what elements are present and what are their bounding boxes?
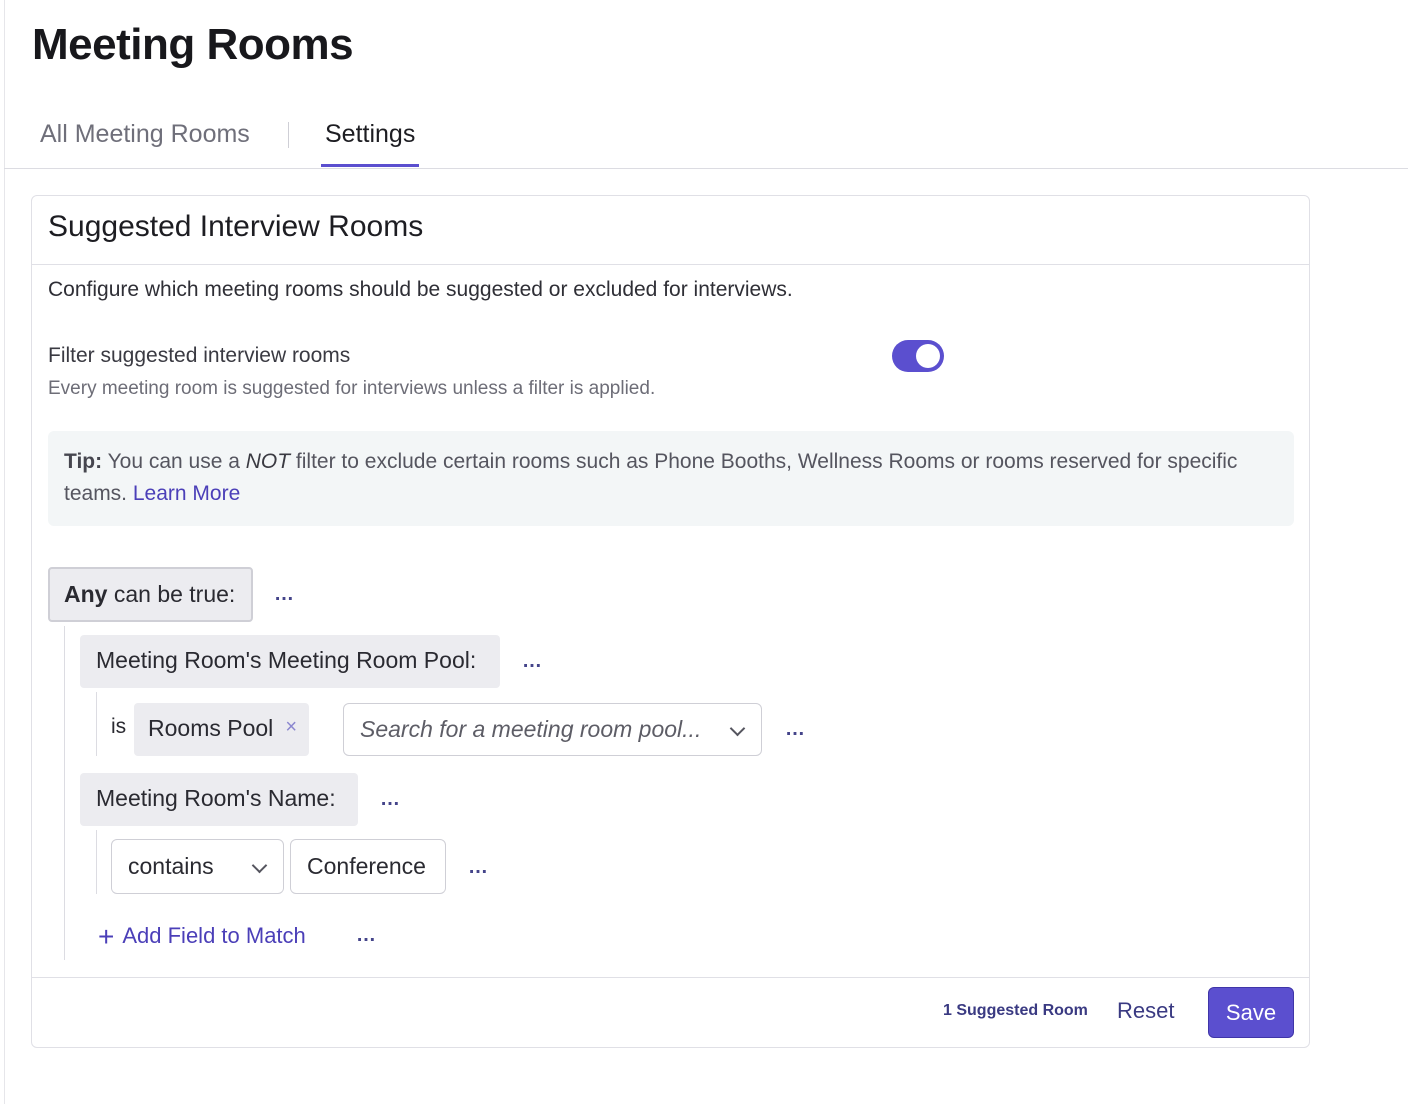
group-more-icon[interactable]: … — [274, 584, 295, 604]
filter-toggle-sublabel: Every meeting room is suggested for inte… — [48, 378, 656, 399]
filter-group-rest: can be true: — [107, 581, 236, 607]
name-more-icon[interactable]: … — [380, 789, 401, 809]
reset-button[interactable]: Reset — [1117, 998, 1174, 1024]
name-value-text: Conference — [307, 853, 426, 879]
chip-label: Rooms Pool — [148, 715, 274, 741]
tree-connector-pool — [96, 692, 97, 756]
tip-prefix: Tip: — [64, 450, 103, 473]
tip-not-word: NOT — [245, 450, 291, 473]
tab-settings[interactable]: Settings — [321, 118, 420, 167]
add-more-icon[interactable]: … — [356, 925, 377, 945]
chip-remove-icon[interactable]: × — [285, 716, 297, 739]
tab-all-meeting-rooms[interactable]: All Meeting Rooms — [40, 118, 250, 167]
filter-group-any: Any — [64, 581, 108, 607]
pool-more-icon[interactable]: … — [522, 651, 543, 671]
add-field-button[interactable]: + Add Field to Match — [98, 921, 306, 953]
card-footer: 1 Suggested Room Reset Save — [32, 977, 1309, 1048]
plus-icon: + — [98, 921, 115, 952]
tab-bar: All Meeting Rooms Settings — [4, 108, 1408, 169]
pool-value-more-icon[interactable]: … — [785, 719, 806, 739]
suggested-interview-rooms-card: Suggested Interview Rooms Configure whic… — [31, 195, 1310, 1048]
card-title: Suggested Interview Rooms — [48, 210, 424, 243]
tree-connector — [64, 626, 65, 960]
rooms-pool-chip: Rooms Pool × — [134, 703, 309, 756]
filter-group-operator[interactable]: Any can be true: — [48, 567, 253, 622]
pool-search-placeholder: Search for a meeting room pool... — [360, 716, 702, 742]
filter-toggle-label: Filter suggested interview rooms — [48, 344, 351, 367]
filter-toggle-switch[interactable] — [892, 340, 944, 372]
page-title: Meeting Rooms — [32, 20, 354, 69]
chevron-down-icon — [729, 720, 746, 737]
toggle-knob — [916, 344, 940, 368]
name-operator-value: contains — [128, 853, 214, 879]
save-button[interactable]: Save — [1208, 987, 1294, 1038]
name-value-input[interactable]: Conference — [290, 839, 446, 894]
name-operator-select[interactable]: contains — [111, 839, 284, 894]
pool-operator-label: is — [111, 715, 127, 738]
pool-search-input[interactable]: Search for a meeting room pool... — [343, 703, 762, 756]
add-field-label: Add Field to Match — [122, 923, 306, 948]
condition-field-pool[interactable]: Meeting Room's Meeting Room Pool: — [80, 635, 500, 688]
tip-box: Tip: You can use a NOT filter to exclude… — [48, 431, 1294, 526]
chevron-down-icon — [251, 857, 268, 874]
condition-field-name[interactable]: Meeting Room's Name: — [80, 773, 358, 826]
suggested-room-count: 1 Suggested Room — [943, 1002, 1088, 1019]
card-header: Suggested Interview Rooms — [32, 196, 1309, 265]
card-description: Configure which meeting rooms should be … — [48, 278, 793, 301]
tree-connector-name — [96, 830, 97, 894]
tab-separator — [288, 122, 289, 148]
tip-text-before: You can use a — [102, 450, 246, 473]
name-value-more-icon[interactable]: … — [468, 857, 489, 877]
learn-more-link[interactable]: Learn More — [133, 482, 240, 505]
